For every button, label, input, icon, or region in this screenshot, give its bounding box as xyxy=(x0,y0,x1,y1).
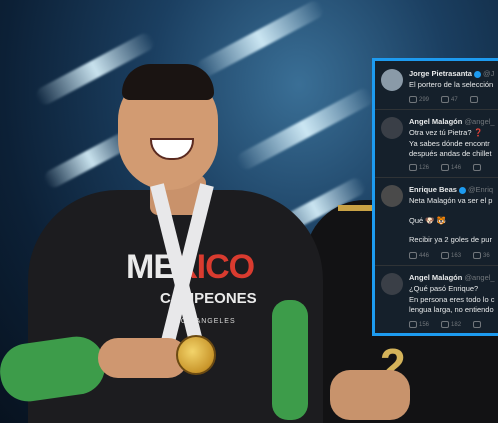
author-name[interactable]: Enrique Beas xyxy=(409,185,457,194)
avatar[interactable] xyxy=(381,185,403,207)
jersey-trim xyxy=(338,205,374,211)
author-handle: @J xyxy=(482,69,495,78)
retweet-button[interactable]: 47 xyxy=(441,96,458,103)
heart-icon xyxy=(473,252,482,259)
tweet-actions: 446 163 36 xyxy=(409,252,498,259)
tweet-author[interactable]: Angel Malagón @angel_ xyxy=(409,117,495,126)
tweet-thread-card: Jorge Pietrasanta @J El portero de la sel… xyxy=(372,58,498,336)
reply-icon xyxy=(409,96,417,103)
reply-icon xyxy=(409,252,417,259)
author-name[interactable]: Angel Malagón xyxy=(409,117,462,126)
tweet-actions: 156 182 xyxy=(409,321,495,328)
avatar[interactable] xyxy=(381,69,403,91)
author-handle: @angel_ xyxy=(464,273,495,282)
heart-icon xyxy=(473,164,482,171)
tweet-text: ¿Qué pasó Enrique? En persona eres todo … xyxy=(409,284,494,316)
retweet-icon xyxy=(441,252,450,259)
reply-button[interactable]: 299 xyxy=(409,96,429,103)
avatar[interactable] xyxy=(381,273,403,295)
tweet-line: ¿Qué pasó Enrique? xyxy=(409,284,479,293)
like-button[interactable]: 36 xyxy=(473,252,490,259)
divider xyxy=(375,109,498,110)
retweet-icon xyxy=(441,321,450,328)
heart-icon xyxy=(473,321,482,328)
avatar[interactable] xyxy=(381,117,403,139)
retweet-icon xyxy=(441,164,450,171)
author-name[interactable]: Jorge Pietrasanta xyxy=(409,69,472,78)
player-hair xyxy=(122,64,214,100)
reply-button[interactable]: 446 xyxy=(409,252,429,259)
like-button[interactable] xyxy=(473,164,483,171)
tweet-text: El portero de la selección xyxy=(409,80,493,91)
tweet-author[interactable]: Angel Malagón @angel_ xyxy=(409,273,495,282)
divider xyxy=(375,265,498,266)
retweet-icon xyxy=(441,96,450,103)
author-handle: @angel_ xyxy=(464,117,495,126)
tweet-line: después andas de chillet xyxy=(409,149,492,158)
tweet-text: Neta Malagón va ser el p Qué 🐶 🐯 Recibir… xyxy=(409,196,492,246)
author-handle: @Enriq xyxy=(467,185,494,194)
tweet-actions: 299 47 xyxy=(409,96,492,103)
divider xyxy=(375,177,498,178)
tweet-text: Otra vez tú Pietra? ❓ Ya sabes dónde enc… xyxy=(409,128,492,160)
tweet-author[interactable]: Enrique Beas @Enriq xyxy=(409,185,493,194)
retweet-button[interactable]: 182 xyxy=(441,321,461,328)
reply-button[interactable]: 126 xyxy=(409,164,429,171)
tweet-author[interactable]: Jorge Pietrasanta @J xyxy=(409,69,494,78)
reply-icon xyxy=(409,164,417,171)
author-name[interactable]: Angel Malagón xyxy=(409,273,462,282)
tweet-line: Otra vez tú Pietra? ❓ xyxy=(409,128,483,137)
reply-icon xyxy=(409,321,417,328)
gold-medal xyxy=(176,335,216,375)
retweet-button[interactable]: 163 xyxy=(441,252,461,259)
tweet-line: En persona eres todo lo c xyxy=(409,294,495,304)
right-sleeve xyxy=(272,300,308,420)
reply-button[interactable]: 156 xyxy=(409,321,429,328)
tweet-line: El portero de la selección xyxy=(409,80,494,89)
tweet-line: Qué 🐶 🐯 xyxy=(409,215,447,225)
verified-icon xyxy=(458,186,466,194)
like-button[interactable] xyxy=(469,96,480,103)
tweet-line: Neta Malagón va ser el p xyxy=(409,196,493,205)
teammate-hand xyxy=(330,370,410,420)
tweet-line: lengua larga, no entiendo xyxy=(409,305,494,314)
retweet-button[interactable]: 146 xyxy=(441,164,461,171)
tweet-line: Recibir ya 2 goles de pur xyxy=(409,235,492,244)
shirt-country-text: MEXICO xyxy=(126,248,276,287)
tweet-line: Ya sabes dónde encontr xyxy=(409,138,490,148)
player-hand xyxy=(98,338,188,378)
tweet-actions: 126 146 xyxy=(409,164,495,171)
verified-icon xyxy=(473,70,481,78)
like-button[interactable] xyxy=(473,321,483,328)
heart-icon xyxy=(469,96,478,103)
